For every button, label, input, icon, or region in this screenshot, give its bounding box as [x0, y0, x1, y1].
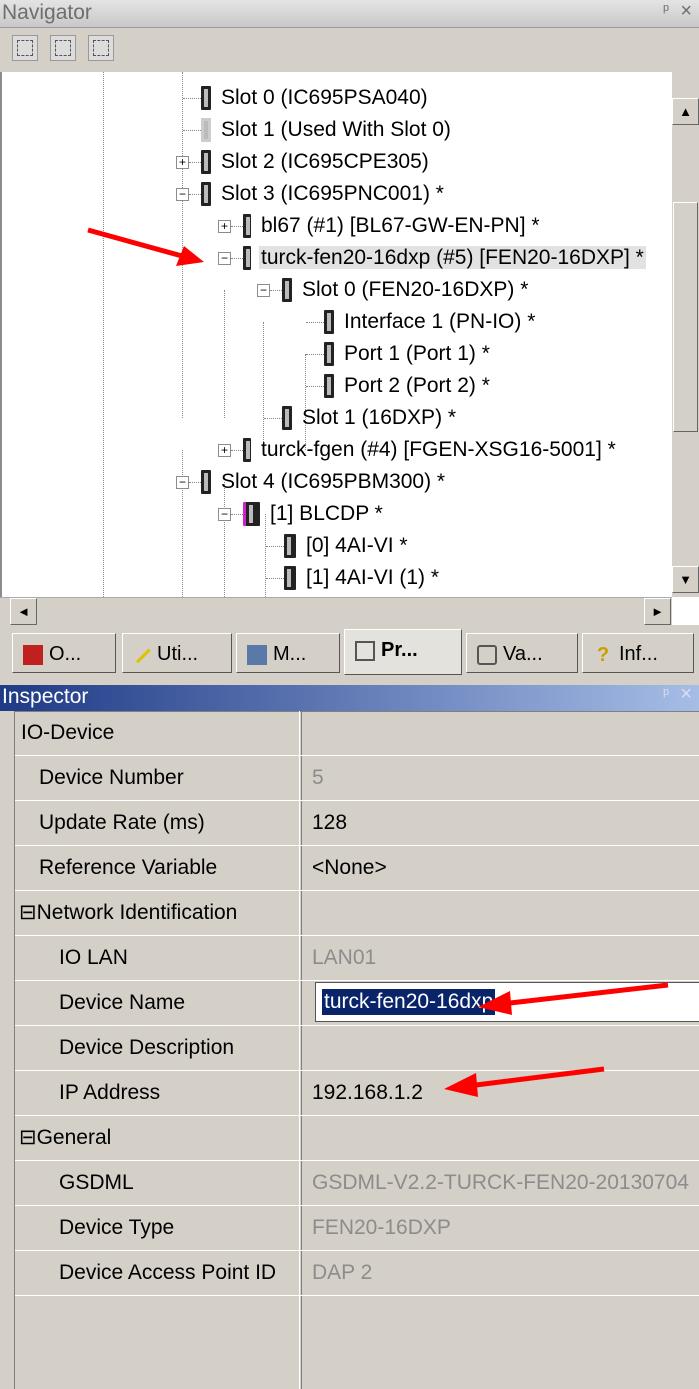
module-icon: [201, 182, 211, 207]
navigator-vertical-scrollbar[interactable]: ▲ ▼: [672, 72, 699, 597]
tree-node-selected[interactable]: turck-fen20-16dxp (#5) [FEN20-16DXP] *: [243, 242, 646, 274]
pin-icon[interactable]: ᵖ: [663, 686, 669, 704]
project-icon: [355, 640, 375, 661]
inspector-titlebar: Inspector ᵖ ×: [0, 683, 699, 711]
navigator-titlebar: Navigator ᵖ ×: [0, 0, 699, 28]
tab-project[interactable]: Pr...: [344, 629, 462, 675]
utilities-icon: [133, 645, 151, 664]
collapse-icon[interactable]: −: [218, 508, 231, 521]
tree-view-icon[interactable]: [88, 35, 114, 61]
tree-node[interactable]: Slot 0 (FEN20-16DXP) *: [282, 274, 530, 306]
tab-variables[interactable]: Va...: [466, 633, 578, 673]
inspector-title: Inspector: [2, 685, 89, 708]
variables-icon: [477, 644, 497, 665]
expand-icon[interactable]: +: [218, 220, 231, 233]
tab-info[interactable]: ? Inf...: [582, 633, 694, 673]
expand-icon[interactable]: +: [176, 156, 189, 169]
property-row[interactable]: Update Rate (ms) 128: [15, 801, 699, 846]
navigator-toolbar: [0, 28, 699, 72]
inspector-property-grid: IO-Device Device Number 5 Update Rate (ms…: [0, 711, 699, 1389]
navigator-tree: + − + − − + − − Slot 0 (IC695PSA040) Slo…: [0, 72, 672, 597]
collapse-icon[interactable]: −: [176, 476, 189, 489]
annotation-arrow: [87, 227, 204, 266]
tab-utilities[interactable]: Uti...: [122, 633, 232, 673]
scroll-down-icon[interactable]: ▼: [672, 566, 699, 593]
module-icon: [282, 278, 292, 303]
panel-tabs: O... Uti... M... Pr... Va... ? Inf...: [0, 625, 699, 685]
module-icon: [324, 310, 334, 335]
collapse-icon[interactable]: −: [176, 188, 189, 201]
module-icon: [282, 406, 292, 431]
property-row[interactable]: Reference Variable <None>: [15, 846, 699, 891]
scroll-up-icon[interactable]: ▲: [672, 98, 699, 125]
module-icon: [201, 470, 211, 495]
collapse-icon[interactable]: −: [218, 252, 231, 265]
module-icon: [324, 342, 334, 367]
property-row[interactable]: Device Access Point ID DAP 2: [15, 1251, 699, 1296]
module-icon: [201, 150, 211, 175]
io-module-icon: [284, 566, 296, 591]
property-row[interactable]: IO-Device: [15, 711, 699, 756]
annotation-arrow: [478, 982, 669, 1015]
tree-node[interactable]: bl67 (#1) [BL67-GW-EN-PN] *: [243, 210, 542, 242]
property-group-row[interactable]: ⊟Network Identification: [15, 891, 699, 936]
device-icon: [243, 214, 251, 239]
power-module-icon: [201, 86, 211, 111]
io-module-icon: [284, 534, 296, 559]
manager-icon: [247, 644, 267, 665]
tree-node[interactable]: Slot 1 (16DXP) *: [282, 402, 458, 434]
tree-node[interactable]: Slot 0 (IC695PSA040): [201, 82, 430, 114]
collapse-icon[interactable]: −: [257, 284, 270, 297]
tree-node[interactable]: Slot 2 (IC695CPE305): [201, 146, 431, 178]
scroll-right-icon[interactable]: ►: [644, 598, 671, 625]
property-row[interactable]: IO LAN LAN01: [15, 936, 699, 981]
split-view-icon[interactable]: [50, 35, 76, 61]
grid-view-icon[interactable]: [12, 35, 38, 61]
property-row[interactable]: Device Number 5: [15, 756, 699, 801]
tree-node[interactable]: Slot 3 (IC695PNC001) *: [201, 178, 446, 210]
device-icon: [243, 438, 251, 463]
options-icon: [23, 644, 43, 665]
tree-node[interactable]: turck-fgen (#4) [FGEN-XSG16-5001] *: [243, 434, 618, 466]
tree-node[interactable]: Interface 1 (PN-IO) *: [324, 306, 537, 338]
info-icon: ?: [596, 643, 610, 666]
empty-slot-icon: [201, 118, 211, 143]
property-group-row[interactable]: ⊟General: [15, 1116, 699, 1161]
tree-node[interactable]: Slot 1 (Used With Slot 0): [201, 114, 453, 146]
tree-node[interactable]: [0] 4AI-VI *: [284, 530, 410, 562]
tab-options[interactable]: O...: [12, 633, 116, 673]
tree-node[interactable]: Slot 4 (IC695PBM300) *: [201, 466, 447, 498]
annotation-arrow: [444, 1066, 605, 1097]
scroll-left-icon[interactable]: ◄: [10, 598, 37, 625]
tree-node[interactable]: Port 1 (Port 1) *: [324, 338, 492, 370]
navigator-title: Navigator: [2, 1, 92, 24]
tab-manager[interactable]: M...: [236, 633, 340, 673]
tree-node[interactable]: Port 2 (Port 2) *: [324, 370, 492, 402]
navigator-horizontal-scrollbar[interactable]: ◄ ►: [0, 597, 672, 625]
expand-icon[interactable]: +: [218, 444, 231, 457]
pin-icon[interactable]: ᵖ: [663, 2, 669, 20]
close-icon[interactable]: ×: [680, 0, 692, 23]
close-icon[interactable]: ×: [680, 683, 692, 706]
property-row[interactable]: GSDML GSDML-V2.2-TURCK-FEN20-20130704: [15, 1161, 699, 1206]
scroll-thumb[interactable]: [673, 202, 698, 432]
tree-node[interactable]: [1] BLCDP *: [243, 498, 385, 530]
module-icon: [324, 374, 334, 399]
device-icon: [243, 246, 251, 271]
profibus-device-icon: [243, 502, 260, 527]
property-row[interactable]: Device Type FEN20-16DXP: [15, 1206, 699, 1251]
tree-node[interactable]: [1] 4AI-VI (1) *: [284, 562, 441, 594]
